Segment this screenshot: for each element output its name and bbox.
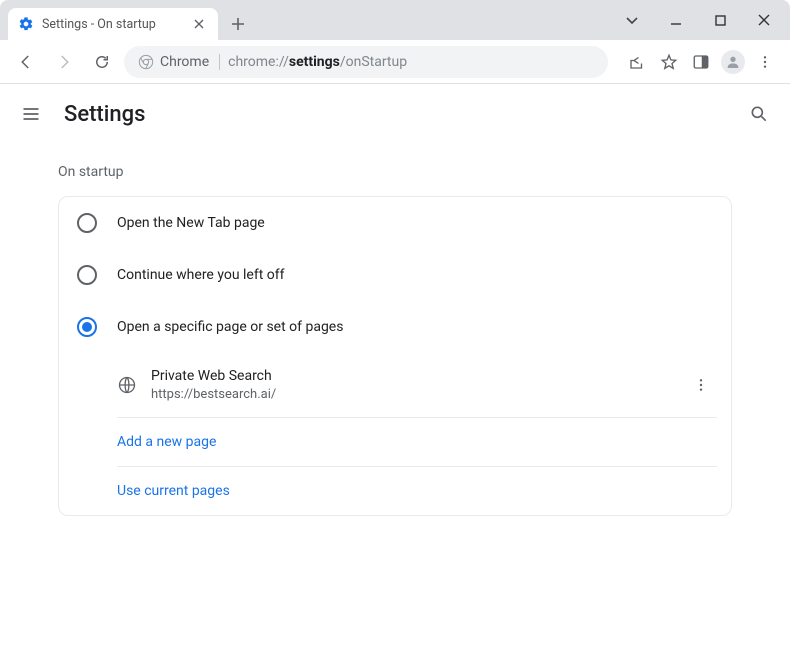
reload-button[interactable] xyxy=(86,46,118,78)
page-title: Settings xyxy=(64,102,145,127)
chevron-down-icon[interactable] xyxy=(622,10,642,30)
forward-button[interactable] xyxy=(48,46,80,78)
startup-page-url: https://bestsearch.ai/ xyxy=(151,386,276,404)
url-bar: Chrome chrome://settings/onStartup xyxy=(0,40,790,84)
radio-open-new-tab[interactable]: Open the New Tab page xyxy=(59,197,731,249)
add-new-page-link[interactable]: Add a new page xyxy=(59,418,731,466)
window-titlebar: Settings - On startup xyxy=(0,0,790,40)
settings-header: Settings xyxy=(0,84,790,144)
chrome-chip-label: Chrome xyxy=(160,54,209,70)
profile-avatar[interactable] xyxy=(718,47,748,77)
radio-icon xyxy=(77,213,97,233)
close-window-icon[interactable] xyxy=(754,10,774,30)
chrome-logo-icon xyxy=(138,54,154,70)
window-controls xyxy=(622,10,782,30)
radio-specific-pages[interactable]: Open a specific page or set of pages xyxy=(59,301,731,353)
tab-title: Settings - On startup xyxy=(42,17,156,32)
hamburger-menu-icon[interactable] xyxy=(20,103,42,125)
back-button[interactable] xyxy=(10,46,42,78)
on-startup-card: Open the New Tab page Continue where you… xyxy=(58,196,732,516)
radio-label: Open a specific page or set of pages xyxy=(117,319,343,335)
radio-label: Continue where you left off xyxy=(117,267,285,283)
url-text: chrome://settings/onStartup xyxy=(228,54,407,70)
use-current-pages-link[interactable]: Use current pages xyxy=(59,467,731,515)
page-info: Private Web Search https://bestsearch.ai… xyxy=(151,367,276,403)
more-menu-icon[interactable] xyxy=(750,47,780,77)
radio-icon-selected xyxy=(77,317,97,337)
new-tab-button[interactable] xyxy=(224,10,252,38)
radio-continue[interactable]: Continue where you left off xyxy=(59,249,731,301)
maximize-icon[interactable] xyxy=(710,10,730,30)
more-actions-icon[interactable] xyxy=(685,369,717,401)
search-settings-icon[interactable] xyxy=(748,103,770,125)
toolbar-right xyxy=(622,47,780,77)
minimize-icon[interactable] xyxy=(666,10,686,30)
share-icon[interactable] xyxy=(622,47,652,77)
browser-tab[interactable]: Settings - On startup xyxy=(8,8,218,40)
startup-page-title: Private Web Search xyxy=(151,367,276,386)
close-tab-icon[interactable] xyxy=(192,17,206,31)
gear-icon xyxy=(18,16,34,32)
startup-page-row: Private Web Search https://bestsearch.ai… xyxy=(59,353,731,417)
globe-icon xyxy=(117,375,137,395)
chrome-chip: Chrome xyxy=(138,54,220,70)
star-icon[interactable] xyxy=(654,47,684,77)
content: On startup Open the New Tab page Continu… xyxy=(0,144,790,516)
omnibox[interactable]: Chrome chrome://settings/onStartup xyxy=(124,46,608,78)
radio-label: Open the New Tab page xyxy=(117,215,265,231)
radio-icon xyxy=(77,265,97,285)
section-title: On startup xyxy=(58,164,732,180)
side-panel-icon[interactable] xyxy=(686,47,716,77)
